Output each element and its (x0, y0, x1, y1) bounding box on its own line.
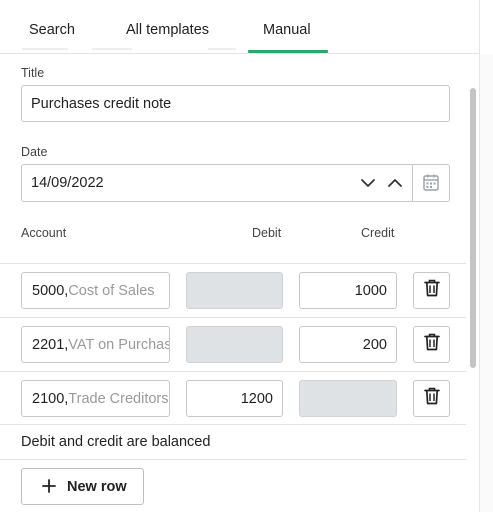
credit-input (299, 380, 397, 417)
balance-status: Debit and credit are balanced (21, 434, 211, 450)
trash-icon (423, 278, 441, 303)
debit-input[interactable]: 1200 (186, 380, 283, 417)
row-divider (0, 424, 466, 425)
new-row-button[interactable]: New row (21, 468, 144, 505)
scrollbar-track[interactable] (480, 54, 493, 512)
date-label: Date (21, 145, 48, 159)
journal-panel: Search All templates Manual Title Purcha… (0, 0, 480, 512)
row-divider (0, 317, 466, 318)
tab-search[interactable]: Search (29, 22, 75, 38)
title-input[interactable]: Purchases credit note (21, 85, 450, 122)
date-divider (412, 165, 413, 201)
delete-row-button[interactable] (413, 326, 450, 363)
chevron-down-icon[interactable] (358, 173, 378, 193)
date-input[interactable]: 14/09/2022 (31, 175, 104, 191)
row-divider (0, 371, 466, 372)
table-divider (0, 263, 466, 264)
scrollbar-thumb[interactable] (470, 88, 476, 368)
account-input[interactable]: 5000, Cost of Sales (21, 272, 170, 309)
delete-row-button[interactable] (413, 272, 450, 309)
tab-manual[interactable]: Manual (263, 22, 311, 38)
account-code: 2201, (32, 336, 69, 353)
title-label: Title (21, 66, 45, 80)
column-header-account: Account (21, 226, 67, 240)
plus-icon (41, 478, 57, 494)
delete-row-button[interactable] (413, 380, 450, 417)
account-name: Cost of Sales (68, 282, 155, 299)
account-input[interactable]: 2100, Trade Creditors (21, 380, 170, 417)
tab-all-templates[interactable]: All templates (126, 22, 209, 38)
active-tab-indicator (248, 50, 328, 53)
account-input[interactable]: 2201, VAT on Purchases (21, 326, 170, 363)
account-name: Trade Creditors (68, 390, 169, 407)
account-code: 2100, (32, 390, 69, 407)
tab-bar: Search All templates Manual (0, 0, 480, 54)
credit-input[interactable]: 200 (299, 326, 397, 363)
account-code: 5000, (32, 282, 69, 299)
credit-input[interactable]: 1000 (299, 272, 397, 309)
scrolled-content-edge (22, 47, 252, 53)
trash-icon (423, 386, 441, 411)
debit-input (186, 272, 283, 309)
footer-divider (0, 459, 466, 460)
account-name: VAT on Purchases (68, 336, 169, 353)
trash-icon (423, 332, 441, 357)
calendar-icon[interactable] (420, 173, 442, 193)
column-header-debit: Debit (252, 226, 282, 240)
debit-input (186, 326, 283, 363)
column-header-credit: Credit (361, 226, 395, 240)
date-field[interactable]: 14/09/2022 (21, 164, 450, 202)
chevron-up-icon[interactable] (385, 173, 405, 193)
new-row-label: New row (67, 479, 127, 495)
